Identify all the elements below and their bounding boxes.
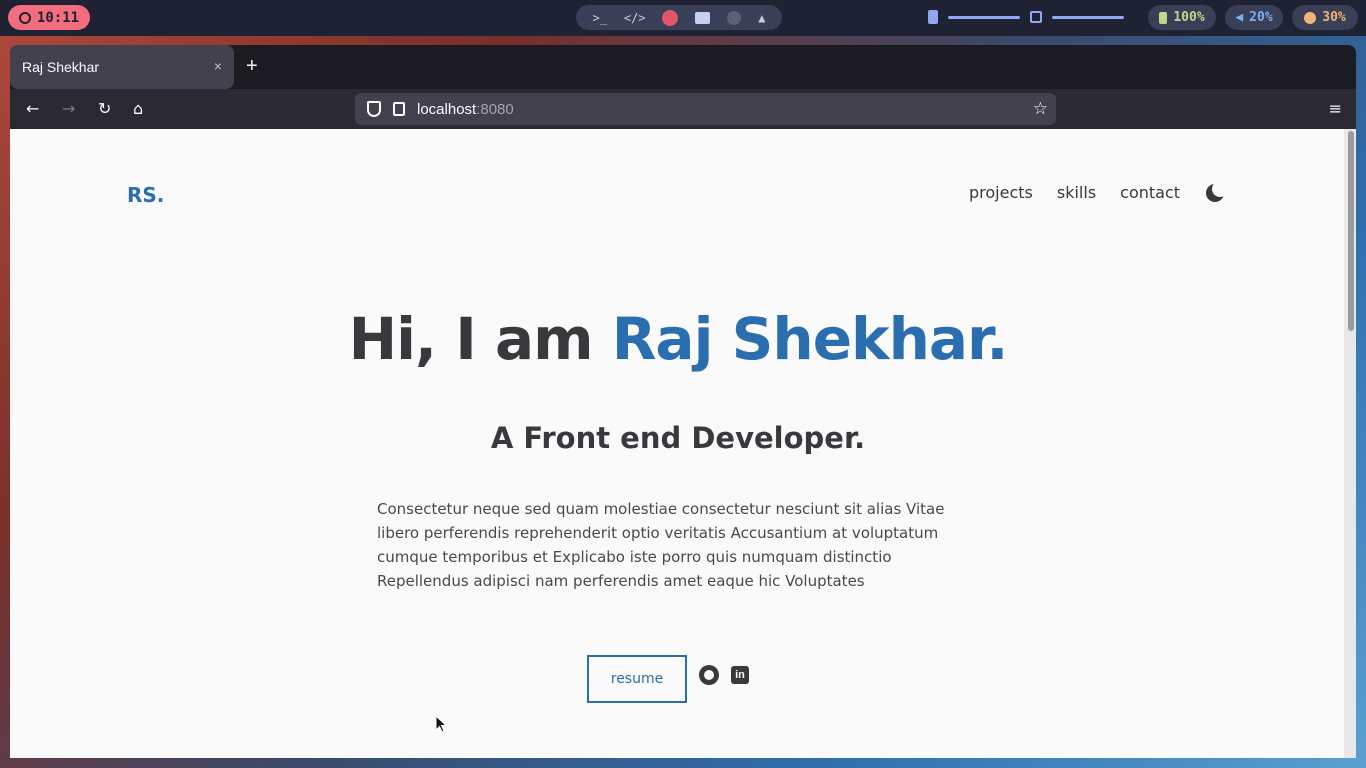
nav-link-projects[interactable]: projects [969, 183, 1033, 202]
clock-widget[interactable]: 10:11 [8, 5, 90, 30]
hero-prefix: Hi, I am [348, 305, 612, 373]
memory-icon [928, 10, 938, 24]
app-dock: >_ </> ▲ [576, 5, 782, 30]
reload-icon[interactable]: ↻ [98, 99, 111, 118]
memory-slider[interactable] [948, 15, 1020, 19]
url-bar[interactable]: localhost :8080 ☆ [355, 93, 1056, 125]
battery-level: 100% [1173, 10, 1205, 25]
battery-widget[interactable]: 100% [1148, 5, 1216, 30]
terminal-icon[interactable]: >_ [592, 11, 606, 25]
tab-title: Raj Shekhar [22, 59, 100, 75]
speaker-icon: ◀ [1235, 10, 1244, 25]
linkedin-icon[interactable]: in [731, 666, 749, 684]
cpu-icon [1030, 11, 1042, 23]
tab-raj-shekhar[interactable]: Raj Shekhar × [10, 45, 234, 89]
dark-mode-moon-icon[interactable] [1206, 180, 1229, 202]
nav-link-skills[interactable]: skills [1057, 183, 1096, 202]
hero-name: Raj Shekhar. [611, 305, 1009, 373]
url-host: localhost [417, 100, 477, 118]
folder-icon[interactable] [695, 11, 711, 24]
brightness-widget[interactable]: 30% [1292, 5, 1358, 30]
site-logo[interactable]: RS. [127, 183, 164, 207]
bookmark-star-icon[interactable]: ☆ [1033, 99, 1048, 119]
media-icon[interactable] [727, 10, 742, 25]
hamburger-menu-icon[interactable]: ≡ [1329, 99, 1342, 118]
page-content: RS. projects skills contact Hi, I am Raj… [10, 129, 1356, 758]
github-icon[interactable] [699, 665, 719, 685]
volume-level: 20% [1249, 10, 1273, 25]
battery-icon [1159, 11, 1168, 24]
url-port: :8080 [476, 100, 514, 118]
volume-widget[interactable]: ◀ 20% [1225, 5, 1283, 30]
browser-window: Raj Shekhar × + ← → ↻ ⌂ localhost :8080 … [10, 45, 1356, 758]
cpu-slider[interactable] [1052, 15, 1124, 19]
mouse-cursor-icon [435, 715, 447, 733]
hero-actions: resume in [587, 655, 749, 703]
browser-toolbar: ← → ↻ ⌂ localhost :8080 ☆ ≡ [10, 89, 1356, 129]
back-icon[interactable]: ← [26, 99, 39, 118]
system-sliders [928, 10, 1124, 24]
brightness-icon [1304, 11, 1317, 24]
hero-heading: Hi, I am Raj Shekhar. [10, 305, 1346, 373]
shield-icon[interactable] [367, 101, 381, 117]
page-info-icon[interactable] [393, 102, 405, 116]
site-nav: projects skills contact [969, 180, 1229, 202]
code-icon[interactable]: </> [624, 11, 646, 25]
brightness-level: 30% [1322, 10, 1346, 25]
hero-subtitle: A Front end Developer. [490, 421, 866, 455]
clock-icon [18, 11, 31, 24]
hero-description: Consectetur neque sed quam molestiae con… [377, 500, 945, 590]
system-topbar: 10:11 >_ </> ▲ 100% ◀ 20% 30% [0, 0, 1366, 36]
home-icon[interactable]: ⌂ [133, 99, 143, 118]
arch-icon[interactable]: ▲ [758, 11, 765, 25]
tab-strip: Raj Shekhar × + [10, 45, 1356, 89]
clock-time: 10:11 [36, 9, 80, 26]
scrollbar-thumb[interactable] [1348, 131, 1354, 331]
firefox-icon[interactable] [662, 9, 679, 26]
new-tab-button[interactable]: + [246, 55, 258, 78]
nav-link-contact[interactable]: contact [1120, 183, 1180, 202]
resume-button[interactable]: resume [587, 655, 687, 703]
forward-icon[interactable]: → [62, 99, 75, 118]
close-tab-icon[interactable]: × [214, 58, 222, 74]
